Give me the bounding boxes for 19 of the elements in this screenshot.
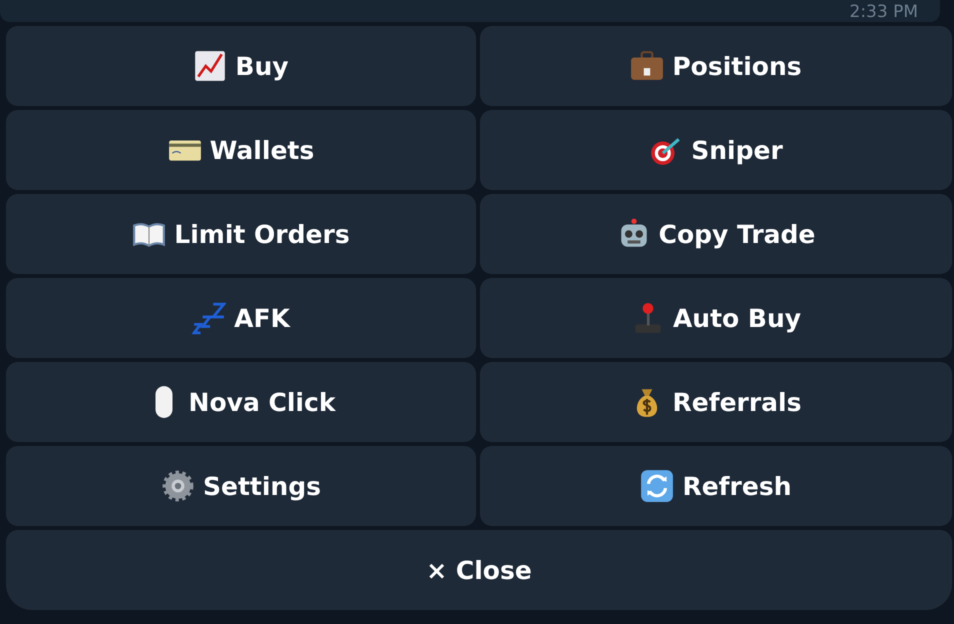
- chart-icon: [193, 49, 228, 83]
- keyboard-button[interactable]: Refresh: [480, 446, 952, 526]
- keyboard-button[interactable]: Buy: [6, 26, 476, 106]
- keyboard-button[interactable]: Copy Trade: [480, 194, 952, 274]
- keyboard-button[interactable]: AFK: [6, 278, 476, 358]
- message-time: 2:33 PM: [850, 2, 918, 22]
- keyboard-button[interactable]: Auto Buy: [480, 278, 952, 358]
- keyboard-button[interactable]: Limit Orders: [6, 194, 476, 274]
- sleep-icon: [192, 301, 226, 335]
- keyboard-button[interactable]: Sniper: [480, 110, 952, 190]
- keyboard-button[interactable]: Settings: [6, 446, 476, 526]
- keyboard-button[interactable]: Referrals: [480, 362, 952, 442]
- keyboard-button[interactable]: Wallets: [6, 110, 476, 190]
- keyboard-button[interactable]: Positions: [480, 26, 952, 106]
- briefcase-icon: [630, 49, 664, 83]
- close-button[interactable]: × Close: [6, 530, 952, 610]
- refresh-icon: [640, 469, 674, 503]
- keyboard-button[interactable]: Nova Click: [6, 362, 476, 442]
- gear-icon: [160, 469, 195, 503]
